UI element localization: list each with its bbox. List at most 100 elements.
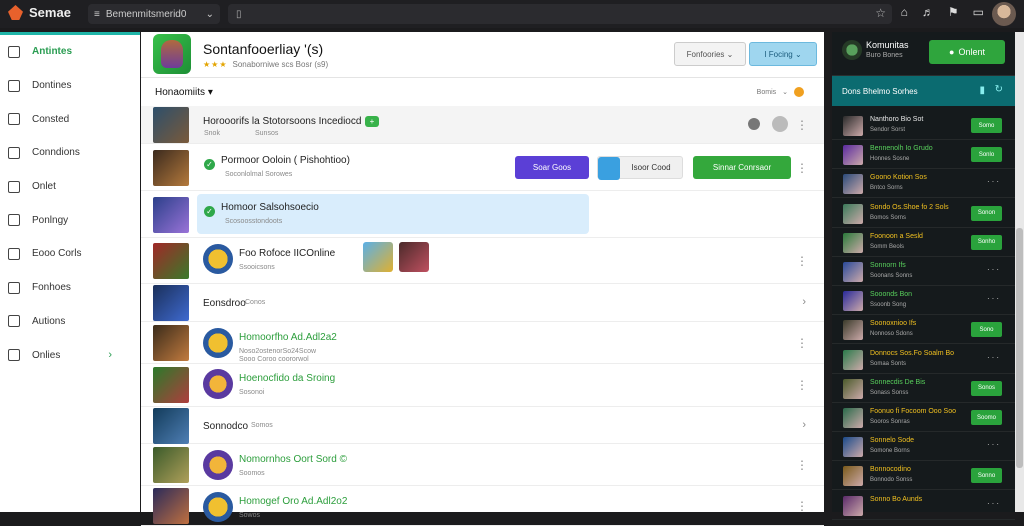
filter-select[interactable]: Fonfoories ⌄ [674,42,746,66]
join-button[interactable]: Sono [971,322,1002,338]
refresh-icon[interactable]: ↻ [995,84,1003,95]
scrollbar-thumb[interactable] [1016,228,1023,468]
more-icon[interactable]: ⋮ [796,336,808,350]
notify-icon[interactable]: ⚑ [948,5,959,19]
more-icon[interactable]: ⋮ [796,254,808,268]
chevron-right-icon[interactable]: › [802,296,806,308]
sidebar-item[interactable]: Conndions [0,136,140,170]
more-dots-icon[interactable]: ··· [987,294,1001,303]
join-button[interactable]: Sonlo [971,147,1002,163]
community-item-name: Soonoxnioo Ifs [870,320,917,328]
chevron-down-icon: ⌄ [205,8,214,20]
scrollbar[interactable] [1015,32,1024,512]
more-icon[interactable]: ⋮ [796,499,808,513]
top-bar: Semae ≡ Bemenmitsmerid0 ⌄ ▯ ☆ ⌂ ♬ ⚑ ▭ [0,0,1024,28]
sidebar-item[interactable]: Consted [0,102,140,136]
community-item[interactable]: Sondo Os.Shoe fo 2 Sols Bomos Sorns Sonon [832,199,1015,228]
bookmark-star-icon[interactable]: ☆ [875,6,886,20]
sidebar-item[interactable]: Ponlngy [0,203,140,237]
brand[interactable]: Semae [8,5,71,20]
online-button[interactable]: ● Onlent [929,40,1005,64]
game-header: Sontanfooerliay '(s) ★★★ Sonaborniwe scs … [141,32,824,78]
community-item[interactable]: Foonoon a Sesld Somm Beols Sonho [832,228,1015,257]
list-item[interactable]: ✓ Pormoor Ooloin ( Pishohtioo) Soconlolmal… [141,145,824,191]
more-dots-icon[interactable]: ··· [987,440,1001,449]
nav-icon [8,247,20,260]
community-item[interactable]: Sooonds Bon Ssoonb Song ··· [832,286,1015,316]
window-icon[interactable]: ▭ [973,5,984,19]
chevron-right-icon[interactable]: › [802,419,806,431]
game-thumbnail [153,325,189,361]
more-icon[interactable]: ⋮ [796,118,808,132]
join-button[interactable]: Soomo [971,410,1002,425]
more-dots-icon[interactable]: ··· [987,353,1001,362]
row-sub: Sooo Coroo coororwol [239,356,309,363]
community-item[interactable]: Sonnelo Sode Somone Borns ··· [832,432,1015,462]
community-item-sub: Somm Beols [870,243,905,250]
community-item-sub: Ssoonb Song [870,302,907,309]
list-item[interactable]: Nomornhos Oort Sord © Soomos ⋮ [141,444,824,486]
join-button[interactable]: Somo [971,118,1002,133]
community-item[interactable]: Sonno Bo Aunds ··· [832,491,1015,520]
address-bar[interactable]: ▯ [228,4,892,24]
more-dots-icon[interactable]: ··· [987,177,1001,186]
community-item[interactable]: Sonnorn Ifs Soonans Sonns ··· [832,257,1015,286]
tab-title: Bemenmitsmerid0 [105,8,187,20]
community-thumb [843,349,863,370]
settings-icon[interactable] [772,116,788,132]
community-item[interactable]: Donnocs Sos.Fo Soalm Bo Somaa Sonts ··· [832,345,1015,374]
list-item[interactable]: Foo Rofoce IICOnline Ssooicsons ⋮ [141,238,824,284]
join-button[interactable]: Sonon [971,205,1002,221]
community-item-name: Bonnocodino [870,466,911,474]
list-item[interactable]: Homogef Oro Ad.Adl2o2 Sowos ⋮ [141,486,824,526]
list-item[interactable]: Sonnodco Somos › [141,407,824,444]
community-item[interactable]: Soonoxnioo Ifs Nonnoso Sdons Sono [832,315,1015,345]
focus-button[interactable]: I Focing ⌄ [749,42,817,66]
community-item[interactable]: Nanthoro Bio Sot Sendor Sorst Somo [832,111,1015,140]
community-item-name: Bennenolh Io Grudo [870,145,933,153]
join-button[interactable]: Sonos [971,380,1002,396]
community-item[interactable]: Foonuo fi Focoom Ooo Soo Sooros Sonras Soo… [832,403,1015,432]
community-thumb [843,437,863,458]
game-thumbnail [153,285,189,321]
row-sub: Noso2ostenorSo24Scow [239,348,317,355]
more-dots-icon[interactable]: ··· [987,499,1001,508]
community-tab[interactable]: Dons Bhelmo Sorhes ▮ ↻ [832,76,1015,106]
sidebar-item[interactable]: Autions [0,305,140,339]
sidebar-item[interactable]: Antintes [0,35,140,69]
join-button[interactable]: Sonho [971,234,1002,250]
community-item[interactable]: Bennenolh Io Grudo Honnes Sosne Sonlo [832,140,1015,170]
community-item-name: Goono Kotion Sos [870,174,927,182]
more-icon[interactable]: ⋮ [796,458,808,472]
sidebar-item[interactable]: Eooo Corls [0,237,140,271]
coin-icon [794,87,804,97]
bell-icon[interactable]: ♬ [922,5,934,19]
community-thumb [843,291,863,312]
action-button-3[interactable]: Sinnar Conrsaor [693,156,791,179]
house-icon[interactable]: ⌂ [901,5,908,19]
avatar[interactable] [992,2,1016,26]
trash-icon[interactable]: ▮ [979,85,985,96]
list-item[interactable]: Eonsdroo Conos › [141,284,824,322]
action-button-2[interactable]: Isoor Cood [597,156,683,180]
sidebar-item[interactable]: Fonhoes [0,271,140,305]
more-icon[interactable]: ⋮ [796,378,808,392]
community-item[interactable]: Bonnocodino Bonnodo Sonss Sonno [832,461,1015,491]
sidebar-item[interactable]: Onlies › [0,338,140,372]
action-button-1[interactable]: Soar Goos [515,156,589,179]
game-icon[interactable] [153,34,191,74]
list-item[interactable]: Hoenocfido da Sroing Sosonoi ⋮ [141,363,824,407]
tab-selector[interactable]: ≡ Bemenmitsmerid0 ⌄ [88,4,220,24]
community-item[interactable]: Goono Kotion Sos Bntco Sorns ··· [832,169,1015,199]
more-dots-icon[interactable]: ··· [987,265,1001,274]
list-item[interactable]: ✓ Homoor Salsohsoecio Scosoosstondoots [141,192,824,238]
community-item[interactable]: Sonnecdis De Bis Sonass Sonss Sonos [832,374,1015,403]
sort-row[interactable]: Honaomiits ▾ Bomis ⌄ [141,78,824,106]
list-item[interactable]: Horooorifs la Stotorsoons Incediocd + Snok… [141,106,824,144]
list-item[interactable]: Homoorfho Ad.Adl2a2 Noso2ostenorSo24Scow S… [141,322,824,364]
join-button[interactable]: Sonno [971,468,1002,484]
sidebar-item[interactable]: Onlet [0,170,140,204]
sidebar-item[interactable]: Dontines [0,69,140,103]
game-thumbnail [153,150,189,186]
more-icon[interactable]: ⋮ [796,161,808,175]
